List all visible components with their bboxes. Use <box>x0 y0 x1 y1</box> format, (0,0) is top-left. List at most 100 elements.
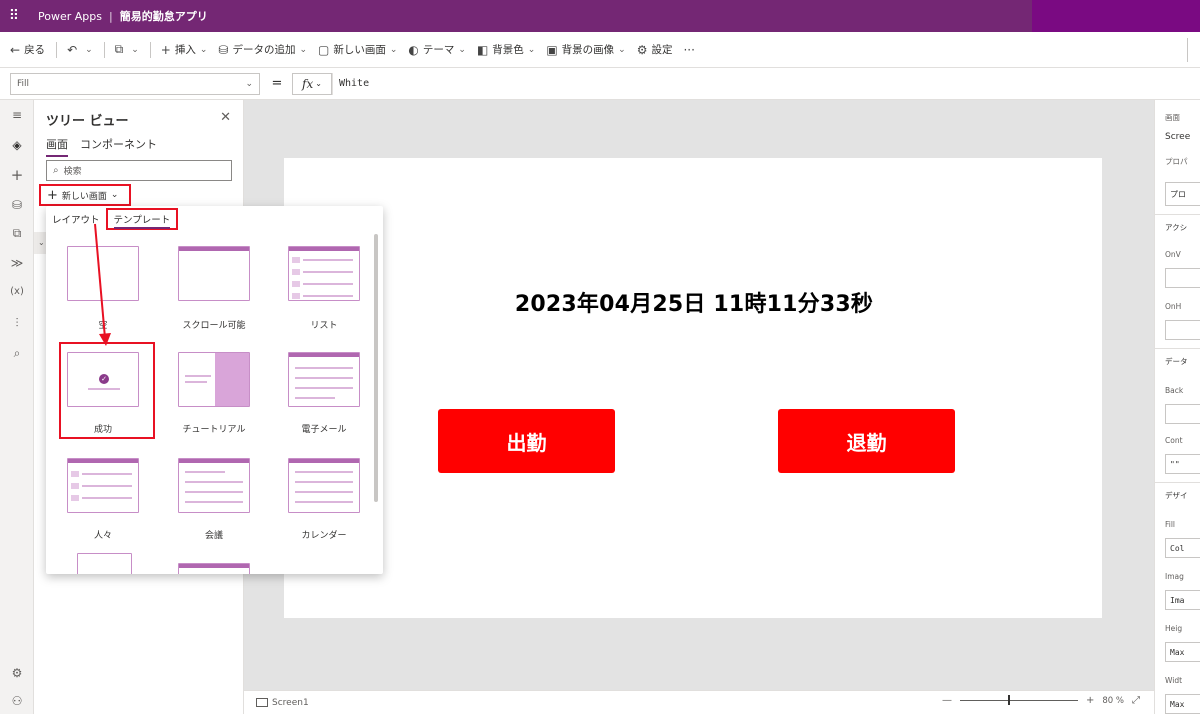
props-field[interactable]: Col <box>1165 538 1200 558</box>
template-tutorial[interactable] <box>178 352 250 407</box>
popup-scrollbar[interactable] <box>374 234 378 502</box>
template-label: 成功 <box>93 425 112 435</box>
props-field[interactable] <box>1165 268 1200 288</box>
screen-name: Screen1 <box>272 697 309 708</box>
checkmark-icon: ✓ <box>99 374 109 384</box>
background-image-button-label: 背景の画像 <box>561 44 615 56</box>
clock-out-button[interactable]: 退勤 <box>778 409 955 473</box>
settings-button[interactable]: ⚙ 設定 <box>637 42 673 57</box>
paste-button[interactable]: ⧉ ⌄ <box>115 42 139 57</box>
props-label: Cont <box>1165 436 1183 445</box>
property-dropdown[interactable]: Fill ⌄ <box>10 72 260 95</box>
insert-icon[interactable]: + <box>0 166 34 184</box>
new-screen-command[interactable]: ▢ 新しい画面 ⌄ <box>318 42 397 57</box>
zoom-slider-thumb[interactable] <box>1008 695 1010 705</box>
more-button[interactable]: ··· <box>683 43 698 57</box>
screen-selector[interactable]: Screen1 <box>256 698 309 708</box>
waffle-icon[interactable]: ⠿ <box>0 0 28 32</box>
screen-icon <box>256 698 268 707</box>
zoom-out-button[interactable]: — <box>942 695 952 706</box>
insert-button[interactable]: + 挿入 ⌄ <box>161 42 208 57</box>
search-placeholder: 検索 <box>63 167 82 177</box>
props-field[interactable]: Max <box>1165 694 1200 714</box>
tile-row <box>82 485 132 487</box>
tree-view-icon[interactable]: ◈ <box>0 138 34 152</box>
theme-button-label: テーマ <box>422 44 455 56</box>
advanced-tools-icon[interactable]: ⫶ <box>0 316 34 331</box>
clock-in-button[interactable]: 出勤 <box>438 409 615 473</box>
data-icon[interactable]: ⛁ <box>0 198 34 212</box>
props-field[interactable]: Ima <box>1165 590 1200 610</box>
background-color-button-label: 背景色 <box>492 44 524 56</box>
app-name[interactable]: Power Apps <box>38 10 102 23</box>
template-success[interactable]: ✓ <box>67 352 139 407</box>
zoom-in-button[interactable]: + <box>1086 695 1094 706</box>
settings-button-label: 設定 <box>651 44 673 56</box>
power-automate-icon[interactable]: ≫ <box>0 256 34 270</box>
back-button-label: 戻る <box>24 44 46 56</box>
props-field[interactable]: Max <box>1165 642 1200 662</box>
tile-header <box>68 459 138 463</box>
command-bar-edge <box>1187 38 1188 62</box>
chevron-down-icon: ⌄ <box>131 44 139 55</box>
tile-thumb <box>71 483 79 489</box>
props-field[interactable]: "" <box>1165 454 1200 474</box>
account-icon[interactable]: ⚇ <box>0 694 34 708</box>
props-label: デザイ <box>1165 491 1188 500</box>
fx-button[interactable]: fx ⌄ <box>292 72 332 95</box>
chevron-down-icon: ⌄ <box>458 44 466 55</box>
theme-button[interactable]: ◐ テーマ ⌄ <box>408 42 466 57</box>
template-email[interactable] <box>288 352 360 407</box>
hamburger-icon[interactable]: ≡ <box>0 108 34 122</box>
template-calendar[interactable] <box>288 458 360 513</box>
fit-to-window-icon[interactable]: ⤢ <box>1132 695 1140 706</box>
tab-layout[interactable]: レイアウト <box>52 212 100 230</box>
chevron-down-icon: ⌄ <box>389 44 398 55</box>
settings-icon[interactable]: ⚙ <box>0 666 34 680</box>
search-icon[interactable]: ⌕ <box>0 346 34 361</box>
undo-button[interactable]: ↶ ⌄ <box>67 43 93 57</box>
template-label: 人々 <box>93 531 112 541</box>
background-image-button[interactable]: ▣ 背景の画像 ⌄ <box>546 42 625 57</box>
search-input[interactable]: ⌕ 検索 <box>46 160 232 181</box>
zoom-slider[interactable] <box>960 695 1078 705</box>
tile-row <box>295 491 353 493</box>
zoom-percent: 80 % <box>1102 695 1124 706</box>
datetime-label[interactable]: 2023年04月25日 11時11分33秒 <box>284 286 1104 318</box>
properties-pane: 画面 Scree プロパ プロ アクシ OnV OnH データ Back Con… <box>1154 100 1200 714</box>
chevron-down-icon[interactable]: ⌄ <box>38 238 45 247</box>
new-screen-button[interactable]: + 新しい画面 ⌄ <box>39 184 131 206</box>
template-list[interactable] <box>288 246 360 301</box>
template-partial[interactable] <box>77 553 132 574</box>
close-icon[interactable]: ✕ <box>220 110 231 125</box>
back-button[interactable]: ← 戻る <box>10 42 45 57</box>
formula-input[interactable]: White <box>332 72 1160 95</box>
template-label: 電子メール <box>301 425 347 435</box>
command-divider <box>56 41 58 58</box>
tree-view-title: ツリー ビュー <box>46 114 129 129</box>
equals-sign: = <box>271 76 283 91</box>
tile-header <box>179 459 249 463</box>
tab-template[interactable]: テンプレート <box>105 208 179 230</box>
tab-screens[interactable]: 画面 <box>46 136 68 157</box>
background-color-button[interactable]: ◧ 背景色 ⌄ <box>477 42 535 57</box>
template-meeting[interactable] <box>178 458 250 513</box>
command-divider <box>103 41 105 58</box>
tile-row <box>303 259 353 261</box>
props-field[interactable] <box>1165 404 1200 424</box>
template-people[interactable] <box>67 458 139 513</box>
props-field[interactable] <box>1165 320 1200 340</box>
tab-components[interactable]: コンポーネント <box>80 136 157 157</box>
add-data-button[interactable]: ⛁ データの追加 ⌄ <box>218 42 307 57</box>
tile-row <box>295 397 335 399</box>
template-blank[interactable] <box>67 246 139 301</box>
template-partial[interactable] <box>178 563 250 574</box>
tile-row <box>303 271 353 273</box>
props-divider <box>1155 348 1200 349</box>
screen1-canvas[interactable]: 2023年04月25日 11時11分33秒 出勤 退勤 <box>284 158 1102 618</box>
media-icon[interactable]: ⧉ <box>0 226 34 241</box>
insert-button-label: 挿入 <box>174 44 196 56</box>
variables-icon[interactable]: (x) <box>0 286 34 297</box>
template-scrollable[interactable] <box>178 246 250 301</box>
props-dropdown[interactable]: プロ <box>1165 182 1200 206</box>
